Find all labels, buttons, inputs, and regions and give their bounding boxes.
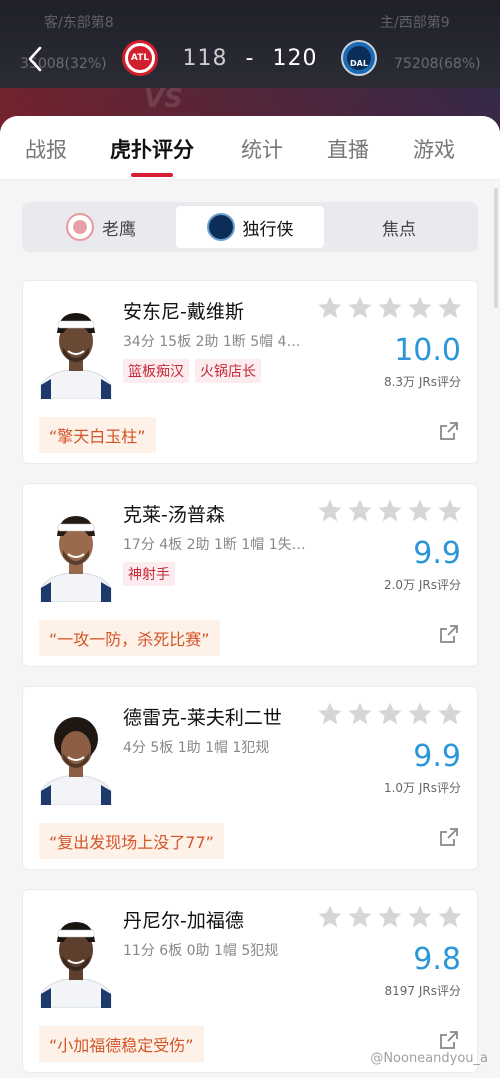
player-tag: 篮板痴汉 xyxy=(123,359,189,383)
rating-star-icon[interactable] xyxy=(377,498,403,524)
rating-star-icon[interactable] xyxy=(377,904,403,930)
segment-focus-label: 焦点 xyxy=(382,219,416,240)
tab-rating[interactable]: 虎扑评分 xyxy=(110,134,194,164)
rating-stars[interactable] xyxy=(317,295,463,321)
player-stats: 11分 6板 0助 1帽 5犯规 xyxy=(123,943,279,959)
player-avatar xyxy=(39,510,113,602)
rating-star-icon[interactable] xyxy=(347,701,373,727)
rating-stars[interactable] xyxy=(317,498,463,524)
tab-games[interactable]: 游戏 xyxy=(413,134,455,164)
segment-hawks-label: 老鹰 xyxy=(102,219,136,240)
player-stats: 17分 4板 2助 1断 1帽 1失… xyxy=(123,537,306,553)
rating-star-icon[interactable] xyxy=(437,701,463,727)
rating-star-icon[interactable] xyxy=(317,701,343,727)
share-icon[interactable] xyxy=(439,624,459,644)
player-tags: 神射手 xyxy=(123,562,175,586)
rating-star-icon[interactable] xyxy=(347,498,373,524)
player-tags: 篮板痴汉 火锅店长 xyxy=(123,359,261,383)
rating-star-icon[interactable] xyxy=(377,701,403,727)
player-name: 克莱-汤普森 xyxy=(123,504,225,526)
rating-star-icon[interactable] xyxy=(437,904,463,930)
score-separator: - xyxy=(245,46,255,71)
player-rating: 9.9 xyxy=(413,536,461,571)
tab-live[interactable]: 直播 xyxy=(327,134,369,164)
player-avatar xyxy=(39,713,113,805)
rating-star-icon[interactable] xyxy=(407,295,433,321)
tab-bar: 战报 虎扑评分 统计 直播 游戏 xyxy=(0,116,500,180)
vs-watermark: VS xyxy=(144,84,183,114)
rating-star-icon[interactable] xyxy=(317,498,343,524)
weibo-watermark: @Nooneandyou_a xyxy=(370,1051,488,1066)
player-rating: 10.0 xyxy=(394,333,461,368)
home-score: 120 xyxy=(272,46,318,71)
rating-star-icon[interactable] xyxy=(407,701,433,727)
active-tab-indicator xyxy=(131,173,173,177)
rating-count: 8197 JRs评分 xyxy=(384,984,461,998)
segment-hawks[interactable]: 老鹰 xyxy=(28,206,174,248)
rating-stars[interactable] xyxy=(317,701,463,727)
player-quote[interactable]: “擎天白玉柱” xyxy=(39,417,156,453)
rating-star-icon[interactable] xyxy=(377,295,403,321)
player-tag: 神射手 xyxy=(123,562,175,586)
rating-star-icon[interactable] xyxy=(317,904,343,930)
share-icon[interactable] xyxy=(439,421,459,441)
away-score: 118 xyxy=(182,46,228,71)
share-icon[interactable] xyxy=(439,827,459,847)
player-stats: 34分 15板 2助 1断 5帽 4失… xyxy=(123,334,313,350)
away-team-info: 客/东部第8 xyxy=(44,15,114,31)
team-segment-control: 老鹰 独行侠 焦点 xyxy=(22,202,478,252)
mavericks-logo-icon[interactable]: DAL xyxy=(341,40,377,76)
rating-star-icon[interactable] xyxy=(347,295,373,321)
player-quote[interactable]: “小加福德稳定受伤” xyxy=(39,1026,204,1062)
player-card[interactable]: 克莱-汤普森 17分 4板 2助 1断 1帽 1失… 神射手 9.9 2.0万 … xyxy=(22,483,478,667)
player-card[interactable]: 安东尼-戴维斯 34分 15板 2助 1断 5帽 4失… 篮板痴汉 火锅店长 10… xyxy=(22,280,478,464)
home-team-info: 主/西部第9 xyxy=(380,15,450,31)
rating-count: 8.3万 JRs评分 xyxy=(383,375,461,389)
player-name: 安东尼-戴维斯 xyxy=(123,301,244,323)
share-icon[interactable] xyxy=(439,1030,459,1050)
player-stats: 4分 5板 1助 1帽 1犯规 xyxy=(123,740,270,756)
segment-focus[interactable]: 焦点 xyxy=(326,206,472,248)
player-quote[interactable]: “一攻一防，杀死比赛” xyxy=(39,620,220,656)
rating-star-icon[interactable] xyxy=(407,498,433,524)
tab-stats[interactable]: 统计 xyxy=(241,134,283,164)
player-rating: 9.8 xyxy=(413,942,461,977)
rating-star-icon[interactable] xyxy=(347,904,373,930)
rating-stars[interactable] xyxy=(317,904,463,930)
rating-star-icon[interactable] xyxy=(437,498,463,524)
segment-mavericks-label: 独行侠 xyxy=(242,219,294,240)
player-quote[interactable]: “复出发现场上没了77” xyxy=(39,823,224,859)
mavericks-mini-logo-icon xyxy=(206,213,235,241)
player-avatar xyxy=(39,916,113,1008)
tab-report[interactable]: 战报 xyxy=(25,134,67,164)
player-name: 丹尼尔-加福德 xyxy=(123,910,244,932)
player-card[interactable]: 丹尼尔-加福德 11分 6板 0助 1帽 5犯规 9.8 8197 JRs评分 … xyxy=(22,889,478,1073)
hawks-mini-logo-icon xyxy=(66,213,94,241)
rating-star-icon[interactable] xyxy=(317,295,343,321)
rating-star-icon[interactable] xyxy=(407,904,433,930)
player-card[interactable]: 德雷克-莱夫利二世 4分 5板 1助 1帽 1犯规 9.9 1.0万 JRs评分… xyxy=(22,686,478,870)
rating-count: 1.0万 JRs评分 xyxy=(383,781,461,795)
rating-count: 2.0万 JRs评分 xyxy=(383,578,461,592)
scrollbar[interactable] xyxy=(494,188,498,308)
player-avatar xyxy=(39,307,113,399)
player-tag: 火锅店长 xyxy=(195,359,261,383)
player-rating: 9.9 xyxy=(413,739,461,774)
segment-mavericks[interactable]: 独行侠 xyxy=(176,206,324,248)
player-name: 德雷克-莱夫利二世 xyxy=(123,707,282,729)
home-support: 75208(68%) xyxy=(394,56,481,72)
rating-star-icon[interactable] xyxy=(437,295,463,321)
